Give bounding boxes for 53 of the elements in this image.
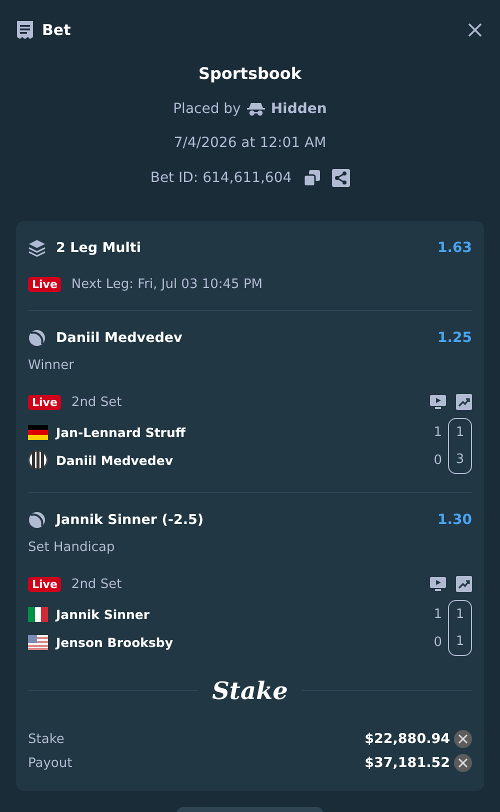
selection-name: Daniil Medvedev bbox=[56, 330, 182, 346]
bet-type-title: Sportsbook bbox=[198, 64, 302, 83]
odds: 1.63 bbox=[437, 240, 472, 256]
score: 0 bbox=[434, 634, 442, 650]
selection-name: Jannik Sinner (-2.5) bbox=[56, 512, 204, 528]
next-leg-text: Next Leg: Fri, Jul 03 10:45 PM bbox=[71, 277, 263, 292]
current-score-box: 1 1 bbox=[448, 600, 472, 656]
incognito-icon bbox=[246, 102, 265, 116]
bet-id: Bet ID: 614,611,604 bbox=[150, 170, 292, 186]
score: 1 bbox=[434, 606, 442, 622]
layers-icon bbox=[28, 239, 46, 257]
score: 0 bbox=[434, 452, 442, 468]
close-icon[interactable] bbox=[466, 21, 484, 39]
odds: 1.30 bbox=[437, 512, 472, 528]
tennis-ball-icon bbox=[28, 511, 46, 529]
player-name: Jenson Brooksby bbox=[56, 634, 174, 650]
flag-icon bbox=[28, 424, 48, 440]
live-badge: Live bbox=[28, 394, 62, 410]
brand-logo: Stake bbox=[212, 676, 288, 705]
chart-icon[interactable] bbox=[456, 576, 472, 592]
user-name: Hidden bbox=[270, 101, 327, 117]
market-name: Winner bbox=[28, 358, 76, 373]
live-badge: Live bbox=[28, 576, 62, 592]
striped-circle-icon bbox=[28, 450, 48, 470]
coin-icon bbox=[454, 754, 472, 772]
coin-icon bbox=[454, 730, 472, 748]
dialog-title: Bet bbox=[42, 21, 71, 39]
bet-datetime: 7/4/2026 at 12:01 AM bbox=[174, 135, 326, 151]
tennis-ball-icon bbox=[28, 329, 46, 347]
total-label: Payout bbox=[28, 756, 72, 770]
flag-icon bbox=[28, 634, 48, 650]
period-text: 2nd Set bbox=[71, 576, 122, 592]
flag-icon bbox=[28, 606, 48, 622]
receipt-icon bbox=[16, 20, 34, 40]
player-name: Jannik Sinner bbox=[56, 606, 151, 622]
live-badge: Live bbox=[28, 277, 62, 292]
score: 1 bbox=[434, 424, 442, 440]
current-score-box: 1 3 bbox=[448, 418, 472, 474]
odds: 1.25 bbox=[437, 330, 472, 346]
total-value: $22,880.94 bbox=[364, 731, 450, 747]
placed-by-label: Placed by bbox=[173, 101, 241, 117]
chart-icon[interactable] bbox=[456, 394, 472, 410]
tv-icon[interactable] bbox=[430, 577, 446, 591]
copy-icon[interactable] bbox=[304, 170, 320, 186]
player-name: Daniil Medvedev bbox=[56, 452, 174, 468]
tv-icon[interactable] bbox=[430, 395, 446, 409]
share-icon[interactable] bbox=[332, 169, 350, 187]
total-value: $37,181.52 bbox=[364, 755, 450, 771]
period-text: 2nd Set bbox=[71, 394, 122, 410]
market-name: Set Handicap bbox=[28, 540, 116, 555]
multi-title: 2 Leg Multi bbox=[56, 240, 141, 256]
player-name: Jan-Lennard Struff bbox=[56, 424, 187, 440]
total-label: Stake bbox=[28, 732, 64, 746]
